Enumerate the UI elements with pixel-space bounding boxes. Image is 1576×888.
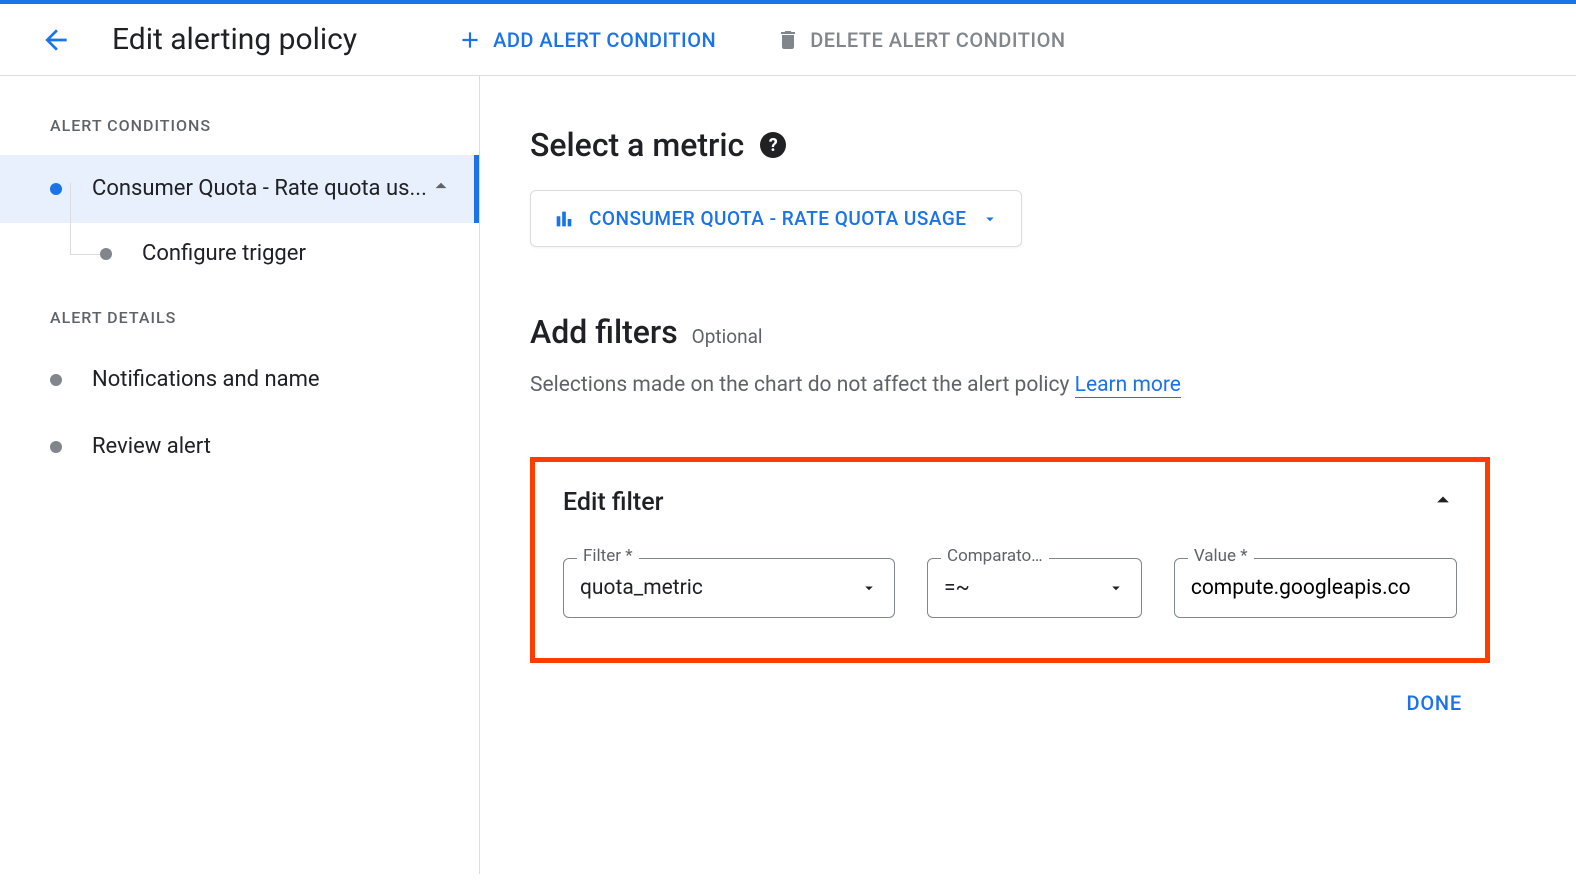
add-filters-header: Add filters Optional: [530, 313, 1576, 351]
sidebar-item-notifications[interactable]: Notifications and name: [0, 347, 479, 414]
value-input[interactable]: [1191, 576, 1440, 600]
filter-select-value: quota_metric: [580, 576, 703, 600]
add-alert-condition-label: ADD ALERT CONDITION: [493, 28, 716, 52]
add-alert-condition-button[interactable]: ADD ALERT CONDITION: [457, 27, 716, 53]
sidebar-item-label: Notifications and name: [92, 365, 459, 396]
select-metric-title: Select a metric ?: [530, 126, 1576, 164]
optional-badge: Optional: [692, 325, 763, 348]
back-button[interactable]: [40, 24, 72, 56]
comparator-select[interactable]: =~: [927, 558, 1142, 618]
content: ALERT CONDITIONS Consumer Quota - Rate q…: [0, 76, 1576, 874]
comparator-select-value: =~: [944, 576, 970, 600]
edit-filter-title: Edit filter: [563, 488, 663, 517]
sidebar-item-review-alert[interactable]: Review alert: [0, 414, 479, 481]
step-bullet-icon: [50, 374, 62, 386]
dropdown-arrow-icon: [981, 210, 999, 228]
comparator-field-label: Comparato…: [941, 546, 1049, 566]
done-button[interactable]: DONE: [1406, 691, 1462, 715]
dropdown-arrow-icon: [860, 579, 878, 597]
chevron-up-icon: [1429, 486, 1457, 514]
sidebar-item-label: Configure trigger: [142, 241, 306, 266]
sidebar-section-conditions: ALERT CONDITIONS: [0, 116, 479, 155]
metric-selector-label: CONSUMER QUOTA - RATE QUOTA USAGE: [589, 207, 967, 230]
filter-field-label: Filter *: [577, 546, 639, 566]
filter-field-wrap: Filter * quota_metric: [563, 558, 895, 618]
value-field-wrap: Value *: [1174, 558, 1457, 618]
delete-alert-condition-label: DELETE ALERT CONDITION: [810, 28, 1065, 52]
delete-alert-condition-button[interactable]: DELETE ALERT CONDITION: [776, 28, 1065, 52]
sidebar-item-configure-trigger[interactable]: Configure trigger: [0, 223, 479, 284]
filter-select[interactable]: quota_metric: [563, 558, 895, 618]
select-metric-title-text: Select a metric: [530, 126, 744, 164]
help-icon[interactable]: ?: [760, 132, 786, 158]
add-filters-title: Add filters: [530, 313, 678, 351]
value-field-label: Value *: [1188, 546, 1254, 566]
learn-more-link[interactable]: Learn more: [1075, 373, 1181, 398]
chevron-up-icon: [428, 173, 454, 205]
step-bullet-icon: [100, 248, 112, 260]
value-input-container: [1174, 558, 1457, 618]
trash-icon: [776, 28, 800, 52]
metric-selector[interactable]: CONSUMER QUOTA - RATE QUOTA USAGE: [530, 190, 1022, 247]
edit-filter-panel: Edit filter Filter * quota_metric Compar…: [530, 457, 1490, 663]
sidebar-item-label: Consumer Quota - Rate quota us...: [92, 174, 428, 205]
sidebar-item-consumer-quota[interactable]: Consumer Quota - Rate quota us...: [0, 155, 479, 223]
bar-chart-icon: [553, 208, 575, 230]
arrow-left-icon: [40, 24, 72, 56]
comparator-field-wrap: Comparato… =~: [927, 558, 1142, 618]
dropdown-arrow-icon: [1107, 579, 1125, 597]
sidebar-item-label: Review alert: [92, 432, 459, 463]
step-bullet-icon: [50, 441, 62, 453]
main-panel: Select a metric ? CONSUMER QUOTA - RATE …: [480, 76, 1576, 874]
collapse-filter-button[interactable]: [1429, 486, 1457, 518]
filter-description-text: Selections made on the chart do not affe…: [530, 373, 1075, 397]
page-title: Edit alerting policy: [112, 22, 357, 57]
sidebar-section-details: ALERT DETAILS: [0, 308, 479, 347]
sidebar: ALERT CONDITIONS Consumer Quota - Rate q…: [0, 76, 480, 874]
filter-description: Selections made on the chart do not affe…: [530, 373, 1576, 397]
plus-icon: [457, 27, 483, 53]
header: Edit alerting policy ADD ALERT CONDITION…: [0, 4, 1576, 76]
step-bullet-icon: [50, 183, 62, 195]
